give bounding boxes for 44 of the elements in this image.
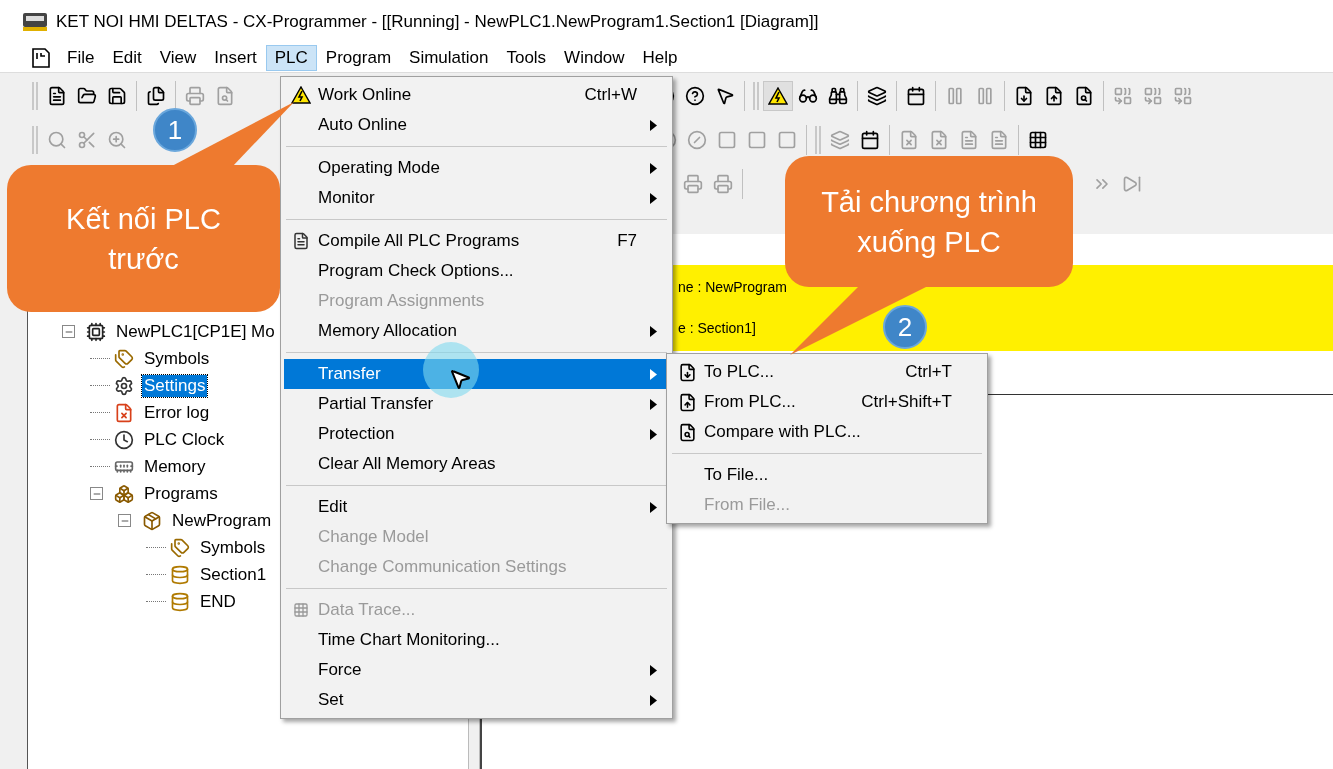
tree-item[interactable]: Symbols bbox=[198, 536, 268, 559]
menu-item[interactable]: Monitor bbox=[284, 183, 669, 213]
menu-item[interactable]: Transfer bbox=[284, 359, 669, 389]
menu-item[interactable]: To File... bbox=[670, 460, 984, 490]
menu-item[interactable]: To PLC... Ctrl+T bbox=[670, 357, 984, 387]
tree-item[interactable]: Programs bbox=[142, 482, 220, 505]
menu-item[interactable]: Clear All Memory Areas bbox=[284, 449, 669, 479]
menu-bar-item[interactable]: Edit bbox=[103, 45, 151, 71]
tree-item[interactable]: Section1 bbox=[198, 563, 269, 586]
tree-item[interactable]: Settings bbox=[142, 374, 208, 397]
menu-bar-item[interactable]: Program bbox=[316, 45, 401, 71]
menu-item[interactable]: Memory Allocation bbox=[284, 316, 669, 346]
menu-bar-item[interactable]: Tools bbox=[497, 45, 556, 71]
menu-bar-item[interactable]: PLC bbox=[265, 45, 317, 71]
step-badge: 1 bbox=[153, 108, 197, 152]
tree-item[interactable]: Memory bbox=[142, 455, 208, 478]
menu-bar-item[interactable]: View bbox=[150, 45, 206, 71]
tree-item[interactable]: PLC Clock bbox=[142, 428, 227, 451]
menu-item[interactable]: Time Chart Monitoring... bbox=[284, 625, 669, 655]
menu-bar-item[interactable]: Simulation bbox=[400, 45, 498, 71]
menu-item[interactable]: Protection bbox=[284, 419, 669, 449]
menu-item[interactable]: Set bbox=[284, 685, 669, 715]
menu-item[interactable]: Operating Mode bbox=[284, 153, 669, 183]
menu-item[interactable]: Compile All PLC Programs F7 bbox=[284, 226, 669, 256]
header-text: ne : NewProgram bbox=[678, 278, 787, 297]
menu-item[interactable]: From PLC... Ctrl+Shift+T bbox=[670, 387, 984, 417]
menu-bar-item[interactable]: Help bbox=[633, 45, 687, 71]
window-title: KET NOI HMI DELTAS - CX-Programmer - [[Running] - NewPLC1.NewProgram1.Section1 [Diagram]] bbox=[56, 11, 819, 34]
tree-item[interactable]: NewPLC1[CP1E] Mo bbox=[114, 320, 277, 343]
tree-item[interactable]: Symbols bbox=[142, 347, 212, 370]
menu-item[interactable]: Program Check Options... bbox=[284, 256, 669, 286]
menu-item[interactable]: Work Online Ctrl+W bbox=[284, 80, 669, 110]
menu-bar-item[interactable]: Window bbox=[555, 45, 634, 71]
menu-item[interactable]: Force bbox=[284, 655, 669, 685]
menu-item[interactable]: Compare with PLC... bbox=[670, 417, 984, 447]
menu-item[interactable]: Edit bbox=[284, 492, 669, 522]
menu-item[interactable]: Partial Transfer bbox=[284, 389, 669, 419]
tree-item[interactable]: END bbox=[198, 590, 238, 613]
menu-bar-item[interactable]: File bbox=[58, 45, 104, 71]
menu-bar-item[interactable]: Insert bbox=[205, 45, 266, 71]
header-text: e : Section1] bbox=[678, 319, 756, 338]
tree-item[interactable]: Error log bbox=[142, 401, 212, 424]
menu-item[interactable]: Auto Online bbox=[284, 110, 669, 140]
tree-item[interactable]: NewProgram bbox=[170, 509, 274, 532]
